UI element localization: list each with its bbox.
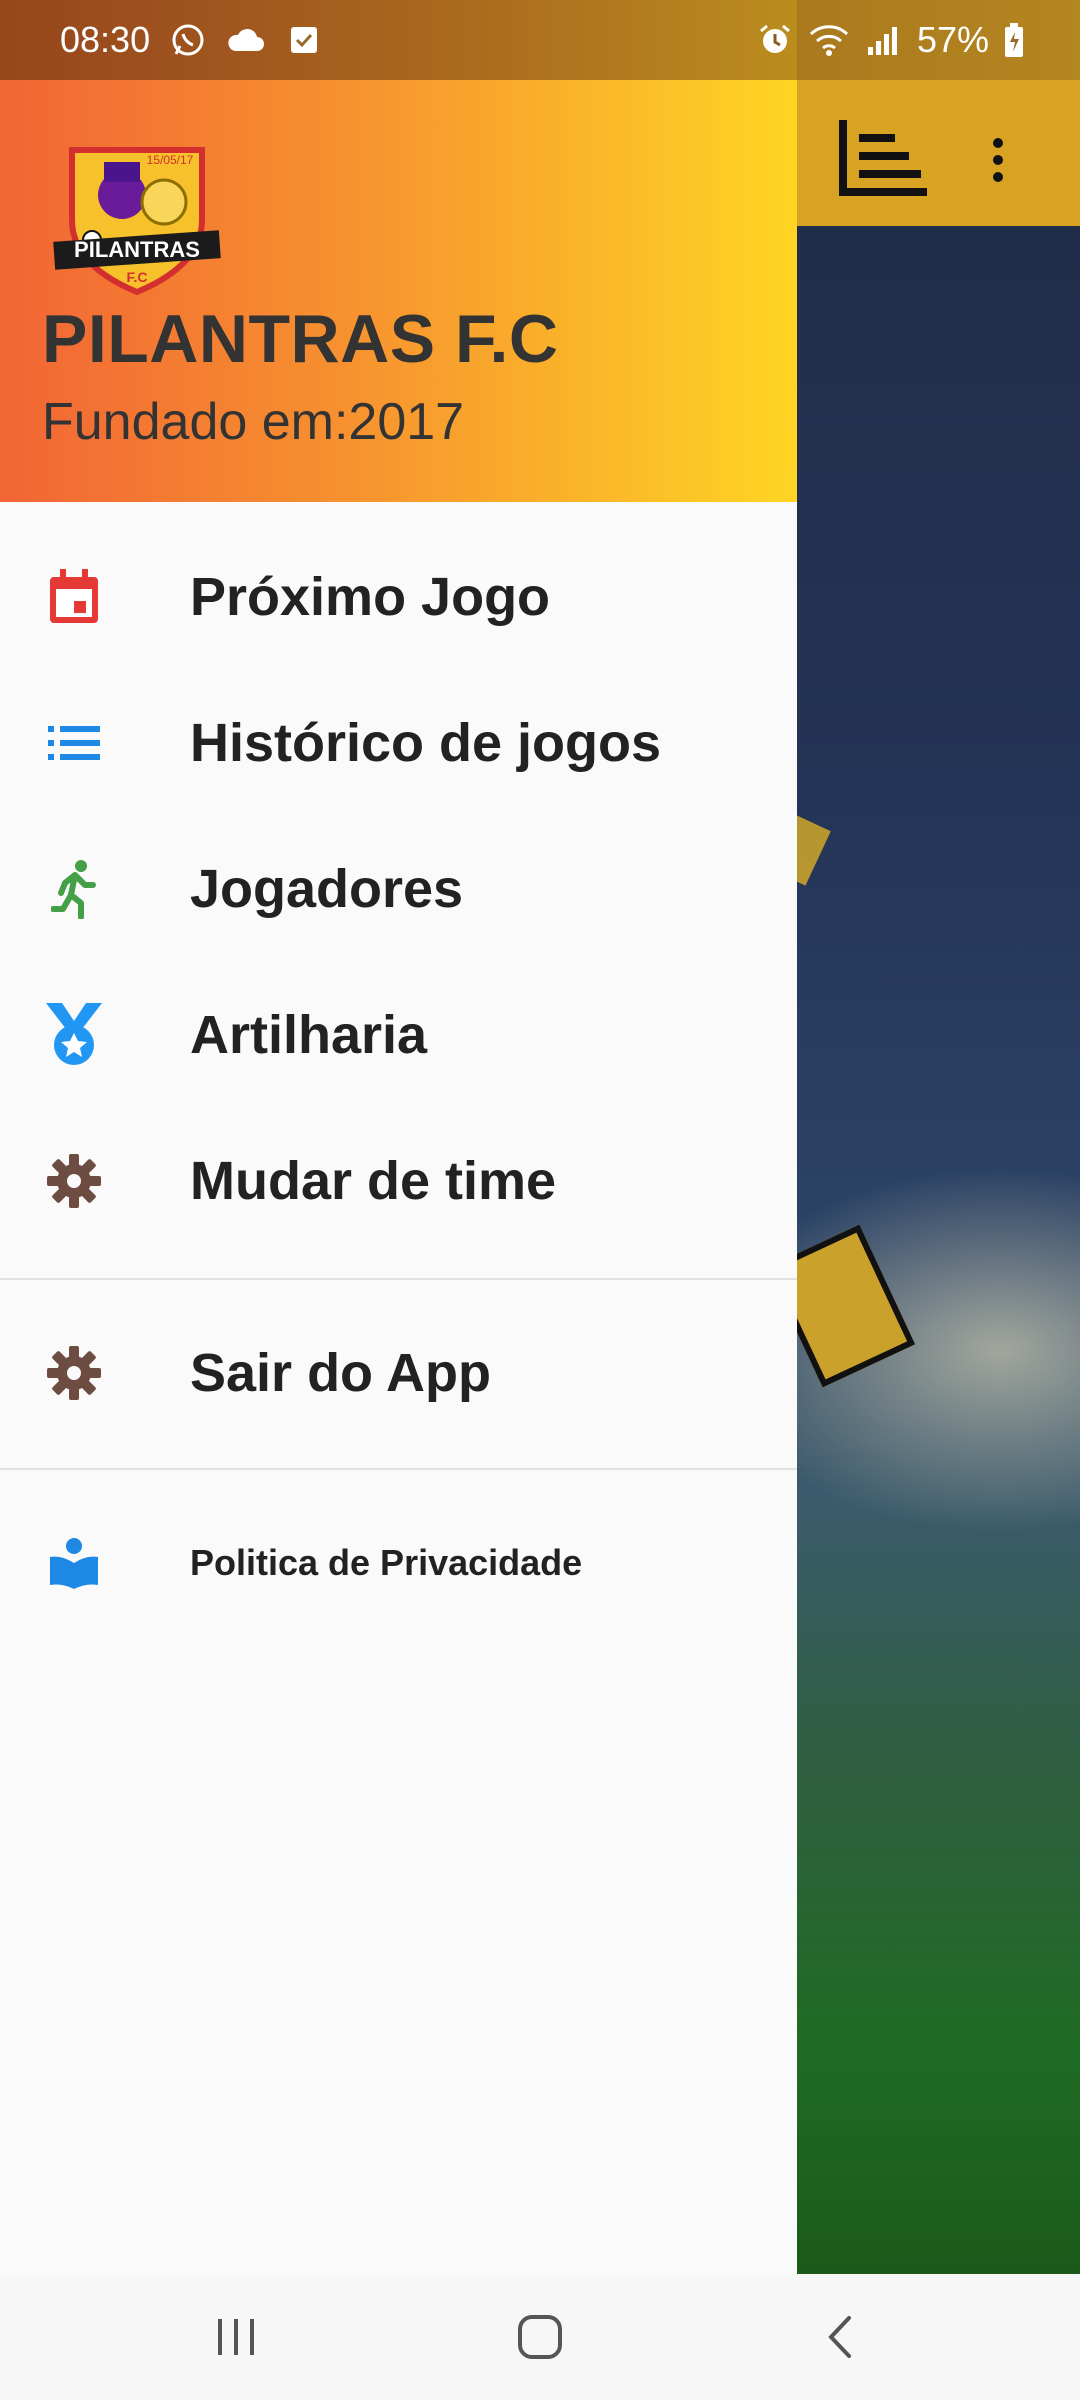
logo-subtext: F.C [127,269,148,285]
status-bar: 08:30 57% [0,0,1080,80]
menu-item-historico-de-jogos[interactable]: Histórico de jogos [0,670,797,816]
menu-item-sair-do-app[interactable]: Sair do App [0,1300,797,1446]
menu-item-artilharia[interactable]: Artilharia [0,962,797,1108]
sort-icon[interactable] [835,120,931,200]
logo-date: 15/05/17 [147,153,194,167]
wifi-icon [809,20,849,60]
menu-item-proximo-jogo[interactable]: Próximo Jogo [0,524,797,670]
menu-divider [0,1468,797,1470]
list-icon [42,711,106,775]
cloud-icon [226,20,266,60]
system-navigation-bar [0,2274,1080,2400]
menu-item-politica-de-privacidade[interactable]: Politica de Privacidade [0,1490,797,1636]
alarm-icon [755,20,795,60]
menu-item-label: Próximo Jogo [190,567,551,627]
battery-icon [1003,20,1025,60]
signal-icon [863,20,903,60]
founded-date: Fundado em:2017 [42,393,465,451]
battery-percent: 57% [916,19,989,60]
team-name: PILANTRAS F.C [42,301,559,377]
logo-text: PILANTRAS [74,237,200,262]
menu-item-label: Sair do App [190,1343,492,1403]
running-person-icon [42,857,106,921]
status-time: 08:30 [60,19,151,60]
checkbox-icon [284,20,324,60]
menu-item-label: Mudar de time [190,1151,557,1211]
menu-item-label: Artilharia [190,1005,428,1065]
menu-item-jogadores[interactable]: Jogadores [0,816,797,962]
medal-icon [42,1003,106,1067]
gear-icon [42,1149,106,1213]
back-icon[interactable] [780,2274,900,2400]
menu-item-label: Histórico de jogos [190,713,662,773]
menu-divider [0,1278,797,1280]
menu-item-mudar-de-time[interactable]: Mudar de time [0,1108,797,1254]
more-vert-icon[interactable] [968,120,1028,200]
whatsapp-icon [168,20,208,60]
calendar-icon [42,565,106,629]
gear-icon [42,1341,106,1405]
menu-item-label: Politica de Privacidade [190,1542,583,1583]
recents-icon[interactable] [176,2274,296,2400]
home-icon[interactable] [480,2274,600,2400]
team-logo: PILANTRAS F.C 15/05/17 [52,140,222,296]
book-reader-icon [42,1531,106,1595]
menu-item-label: Jogadores [190,859,464,919]
navigation-drawer: PILANTRAS F.C 15/05/17 PILANTRAS F.C Fun… [0,0,797,2274]
